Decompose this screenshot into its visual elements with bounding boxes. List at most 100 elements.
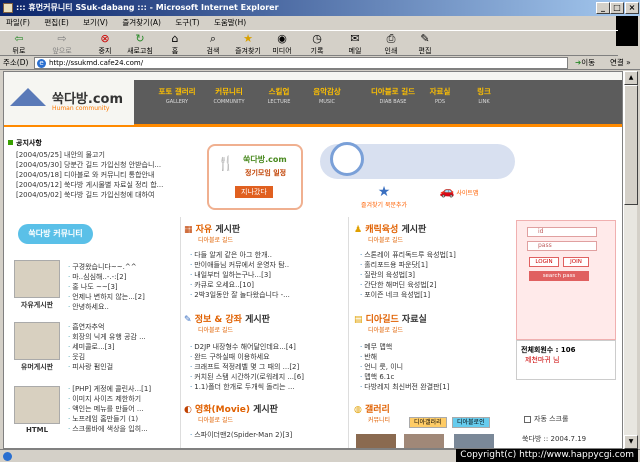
list-item[interactable]: 반해 [360, 352, 377, 362]
tab-diablo-people[interactable]: 디아블로인 [452, 417, 490, 428]
nav-pds[interactable]: 자료실 PDS [420, 86, 460, 105]
list-item[interactable]: 홍 나도 ~~[3] [68, 282, 117, 292]
list-item[interactable]: 구경왔습니다~~.^^ [68, 262, 136, 272]
print-button[interactable]: ⎙ 인쇄 [378, 32, 404, 56]
back-button[interactable]: ⇦ 뒤로 [4, 32, 34, 56]
refresh-button[interactable]: ↻ 새로고침 [122, 32, 158, 56]
list-item[interactable]: 언니 룻, 이니 [360, 362, 403, 372]
favorites-button[interactable]: ★ 즐겨찾기 [230, 32, 266, 56]
list-item[interactable]: 완드 구하실때 이용하세요 [190, 352, 269, 362]
list-item[interactable]: 다들 알게 같은 아그 한개.. [190, 250, 272, 260]
search-pass-button[interactable]: search pass [529, 271, 589, 281]
list-item[interactable]: 메무 맵핵 [360, 342, 392, 352]
checkbox[interactable] [524, 415, 531, 423]
list-item[interactable]: 포이즌 네크 육성법[1] [360, 290, 430, 300]
bookmark-link[interactable]: ★ 즐겨찾기 북문추가 [359, 184, 409, 209]
nav-skillup[interactable]: 스킬업 LECTURE [254, 86, 304, 105]
online-user[interactable]: 제천마귀 님 [525, 355, 559, 365]
home-button[interactable]: ⌂ 홈 [164, 32, 186, 56]
list-item[interactable]: 웃김 [68, 352, 85, 362]
links-button[interactable]: 연결 » [610, 57, 631, 69]
notice-item[interactable]: [2004/05/25] 내안의 물고기 [16, 150, 105, 160]
board-title[interactable]: 갤러리 [365, 405, 390, 415]
menu-view[interactable]: 보기(V) [77, 16, 114, 30]
list-item[interactable]: 간단한 해머딘 육성법[2] [360, 280, 436, 290]
list-item[interactable]: 세미콜로...[3] [68, 342, 114, 352]
list-item[interactable]: 스크롤바에 색상을 입히... [68, 424, 148, 434]
humor-board-thumb[interactable]: 유머게시판 [12, 322, 62, 372]
nav-link[interactable]: 링크 LINK [464, 86, 504, 105]
mail-button[interactable]: ✉ 메일 [342, 32, 368, 56]
gallery-thumb[interactable] [454, 434, 494, 448]
list-item[interactable]: 흡연자추억 [68, 322, 104, 332]
list-item[interactable]: 이미지 사이즈 제한하기 [68, 394, 141, 404]
board-title[interactable]: 디아길드 [366, 315, 399, 325]
board-title[interactable]: 정보 & 강좌 [195, 315, 242, 325]
address-input[interactable]: e http://ssukmd.cafe24.com/ [34, 57, 568, 69]
menu-help[interactable]: 도움말(H) [208, 16, 252, 30]
list-item[interactable]: 2박3일동안 잘 놀다왔습니다 -... [190, 290, 290, 300]
stop-button[interactable]: ⊗ 중지 [92, 32, 118, 56]
scroll-up-button[interactable]: ▲ [624, 71, 638, 85]
list-item[interactable]: 홀리포드용 파운닷[1] [360, 260, 428, 270]
list-item[interactable]: 안녕하세요.. [68, 302, 109, 312]
edit-button[interactable]: ✎ 편집 [412, 32, 438, 56]
notice-item[interactable]: [2004/05/30] 당분간 길드 가입신청 안받습니... [16, 160, 161, 170]
history-button[interactable]: ◷ 기록 [304, 32, 330, 56]
nav-diablo-guild[interactable]: 디아블로 길드 DIAB BASE [358, 86, 428, 105]
search-button[interactable]: ⌕ 검색 [200, 32, 226, 56]
list-item[interactable]: 내일부터 일하는구나...[3] [190, 270, 271, 280]
notice-item[interactable]: [2004/05/12] 쑥다방 게시물별 자료실 정리 합... [16, 180, 163, 190]
login-button[interactable]: LOGIN [529, 257, 559, 267]
list-item[interactable]: 마..심심해..-.-:[2] [68, 272, 126, 282]
go-button[interactable]: ➜이동 [575, 57, 595, 69]
list-item[interactable]: 다방레지 최신버전 완결판[1] [360, 382, 449, 392]
list-item[interactable]: 커치된 스탬 시간하기(로워레지 ...[6] [190, 372, 304, 382]
html-board-thumb[interactable]: HTML [12, 386, 62, 434]
list-item[interactable]: 액인는 메뉴를 만들어 ... [68, 404, 143, 414]
list-item[interactable]: 피사랑 펌인걸 [68, 362, 113, 372]
notice-item[interactable]: [2004/05/02] 쑥다방 길드 가입신청에 대하여 [16, 190, 154, 200]
join-button[interactable]: JOIN [563, 257, 589, 267]
free-board-thumb[interactable]: 자유게시판 [12, 260, 62, 310]
sitemap-link[interactable]: 🚗 사이트맵 [424, 184, 494, 198]
id-field[interactable]: id [527, 227, 597, 237]
media-button[interactable]: ◉ 미디어 [268, 32, 296, 56]
meeting-promo[interactable]: 🍴 쑥다방.com 정기모임 일정 지나갔다 [207, 144, 303, 210]
password-field[interactable]: pass [527, 241, 597, 251]
scroll-down-button[interactable]: ▼ [624, 435, 638, 449]
nav-music[interactable]: 음악감상 MUSIC [302, 86, 352, 105]
board-title[interactable]: 자유 [196, 225, 213, 235]
maximize-button[interactable]: □ [610, 2, 624, 14]
scroll-thumb[interactable] [624, 85, 638, 205]
list-item[interactable]: 언제나 변하지 않는...[2] [68, 292, 145, 302]
site-logo[interactable]: 쑥다방.com Human community [10, 80, 140, 124]
minimize-button[interactable]: _ [596, 2, 610, 14]
gallery-thumb[interactable] [356, 434, 396, 448]
close-button[interactable]: × [625, 2, 639, 14]
list-item[interactable]: 맵핵 6.1c [360, 372, 394, 382]
notice-item[interactable]: [2004/05/18] 디아블로 와 커뮤니티 통합안내 [16, 170, 154, 180]
vertical-scrollbar[interactable]: ▲ ▼ [623, 71, 638, 449]
board-title[interactable]: 캐릭육성 [365, 225, 398, 235]
tab-diablo-gallery[interactable]: 디아갤러리 [409, 417, 447, 428]
menu-tools[interactable]: 도구(T) [169, 16, 205, 30]
menu-favorites[interactable]: 즐겨찾기(A) [116, 16, 167, 30]
nav-community[interactable]: 커뮤니티 COMMUNITY [204, 86, 254, 105]
list-item[interactable]: 노프레임 홈만들기 (1) [68, 414, 138, 424]
list-item[interactable]: 1.1)폴더 한개로 두개씩 돌리는 ... [190, 382, 294, 392]
menu-edit[interactable]: 편집(E) [38, 16, 74, 30]
forward-button[interactable]: ⇨ 앞으로 [44, 32, 80, 56]
list-item[interactable]: 카큐로 오세요..[10] [190, 280, 254, 290]
auto-scroll-toggle[interactable]: 자동 스크롤 [524, 414, 568, 424]
list-item[interactable]: 회장의 닉게 유행 공감 ... [68, 332, 146, 342]
board-title[interactable]: 영화(Movie) [195, 405, 250, 415]
list-item[interactable]: [PHP] 게정에 콜린사...[1] [68, 384, 151, 394]
list-item[interactable]: D2JP 내장형수 해어달인데요...[4] [190, 342, 296, 352]
list-item[interactable]: 질란의 육성법[3] [360, 270, 415, 280]
menu-file[interactable]: 파일(F) [0, 16, 36, 30]
gallery-thumb[interactable] [404, 434, 444, 448]
nav-gallery[interactable]: 포토 갤러리 GALLERY [152, 86, 202, 105]
list-item[interactable]: 스톤레이 퓨리독드루 육성법[1] [360, 250, 456, 260]
list-item[interactable]: 크래프트 적정레벨 몇 그 때의 ...[2] [190, 362, 299, 372]
